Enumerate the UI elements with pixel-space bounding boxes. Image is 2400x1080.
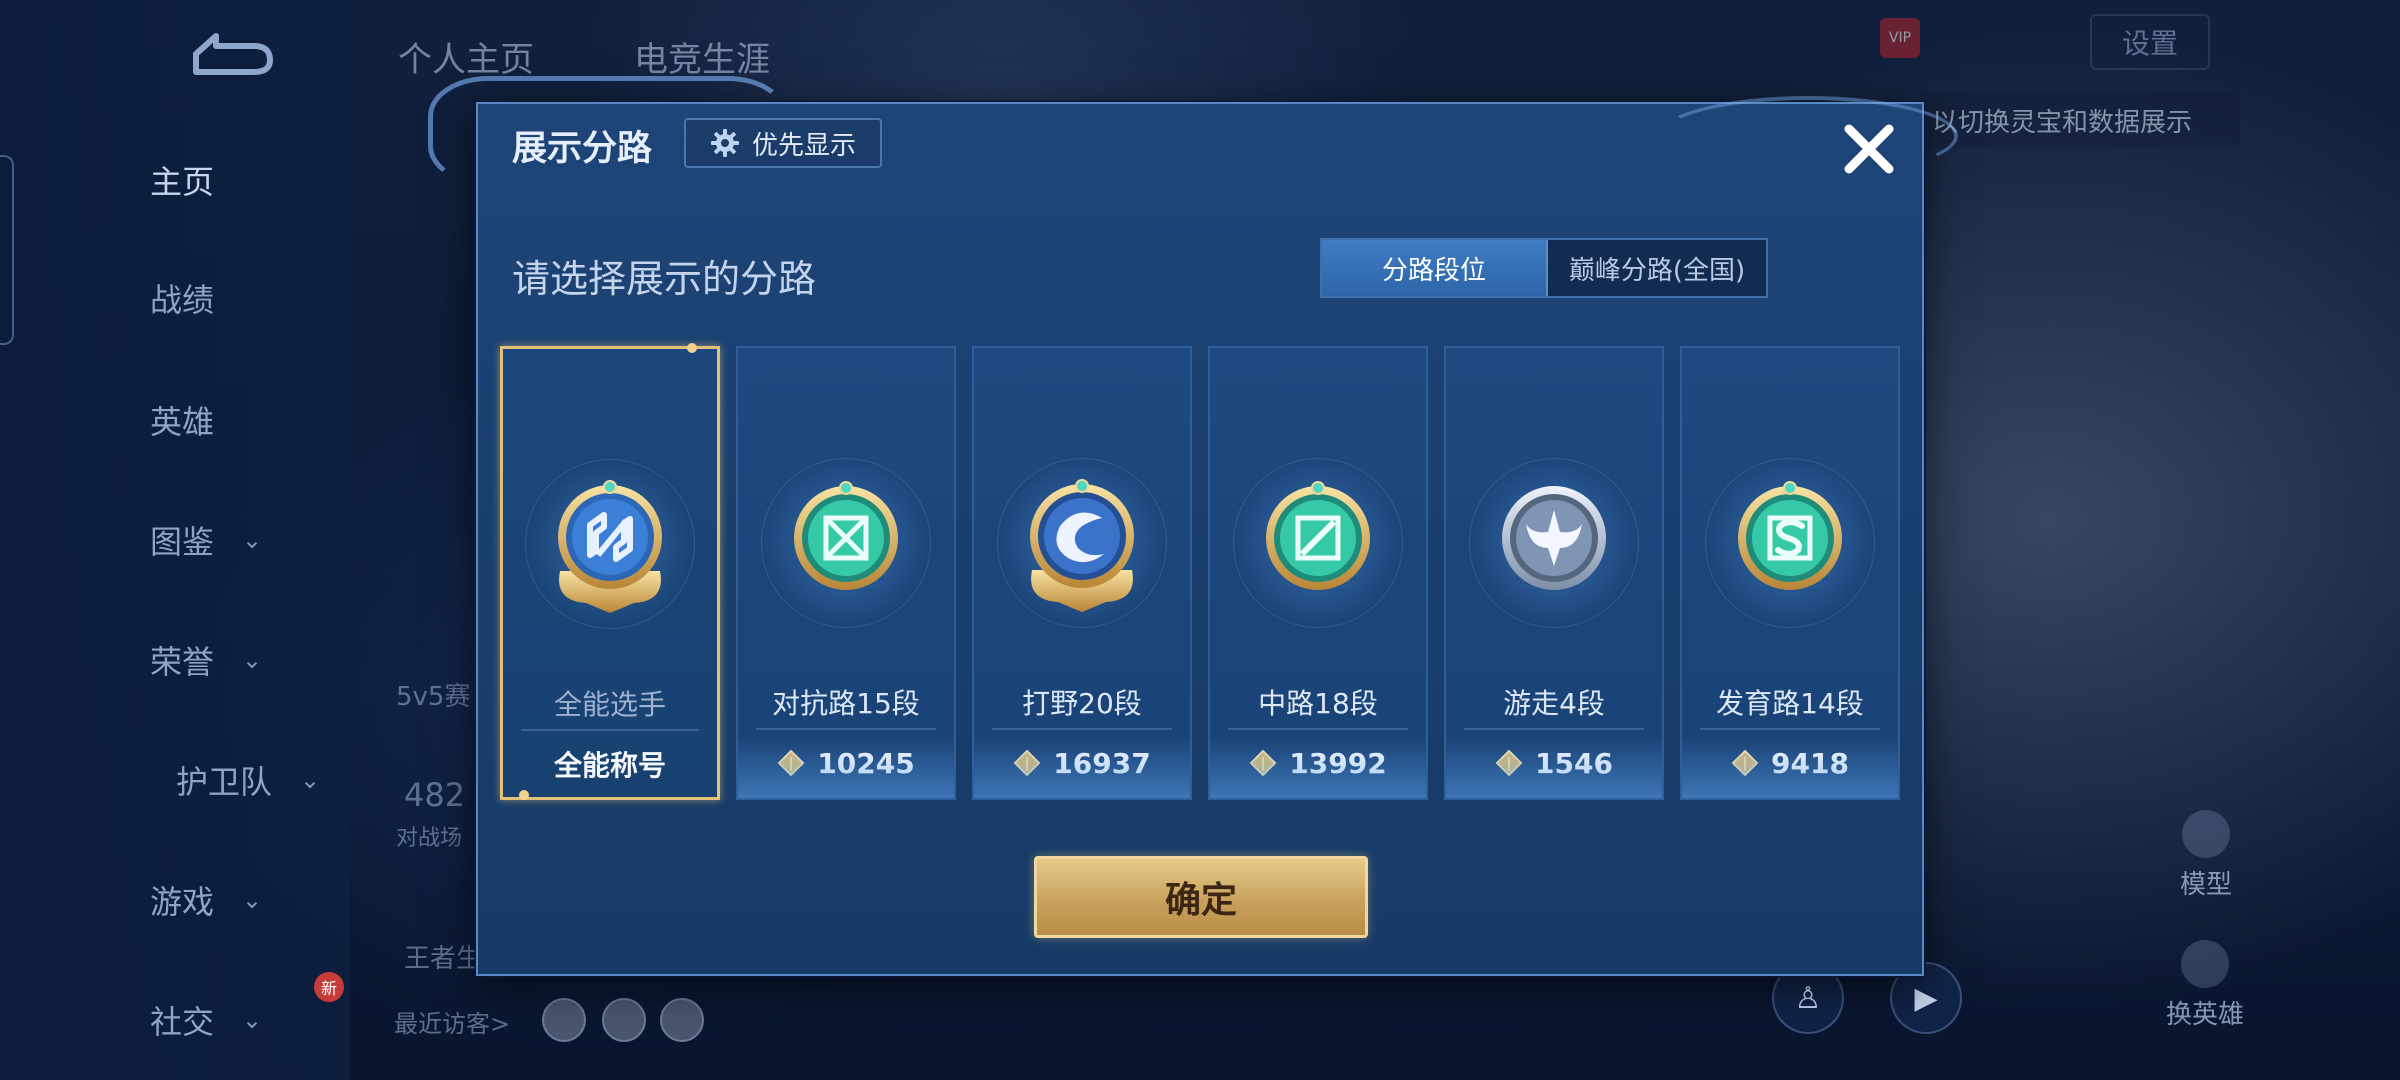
swap-hero-button[interactable]: 换英雄 — [2166, 940, 2244, 1031]
lane-display-dialog: 展示分路 优先显示 请选择展示的分路 分路段位 巅峰分路(全国) 全能选手 全能… — [428, 76, 1958, 976]
sidebar-item-guard[interactable]: 护卫队 ⌄ — [176, 750, 356, 810]
visitor-avatar[interactable] — [542, 998, 586, 1042]
card-glow — [974, 738, 1190, 798]
divider — [521, 729, 699, 731]
sidebar-item-honor[interactable]: 荣誉 ⌄ — [150, 630, 330, 690]
view-toggle: 分路段位 巅峰分路(全国) — [1320, 238, 1768, 298]
model-button[interactable]: 模型 — [2180, 810, 2232, 901]
divider — [1464, 728, 1644, 730]
tab-lane-rank[interactable]: 分路段位 — [1322, 240, 1548, 296]
divider — [992, 728, 1172, 730]
battle-count: 482 — [404, 776, 466, 814]
sidebar-item-social[interactable]: 社交 ⌄ — [150, 990, 330, 1050]
play-icon: ▶ — [1914, 980, 1938, 1016]
settings-button[interactable]: 设置 — [2090, 14, 2210, 70]
sidebar-item-heroes[interactable]: 英雄 — [150, 390, 330, 450]
back-icon[interactable] — [182, 26, 278, 82]
jungle-lane-emblem-icon — [1030, 479, 1134, 612]
sidebar-active-indicator — [0, 155, 14, 345]
corner-dot — [519, 790, 529, 800]
gear-icon — [710, 129, 739, 157]
divider — [1228, 728, 1408, 730]
sidebar: 主页 战绩 英雄 图鉴 ⌄ 荣誉 ⌄ 护卫队 ⌄ 游戏 ⌄ 社交 ⌄ 新 — [0, 0, 350, 1080]
lane-card-list: 全能选手 全能称号 对抗路15段 10245 — [500, 343, 1904, 800]
tab-esports-career[interactable]: 电竞生涯 — [634, 32, 770, 81]
person-icon — [2182, 810, 2230, 858]
tab-personal-home[interactable]: 个人主页 — [398, 32, 534, 81]
sidebar-item-codex[interactable]: 图鉴 ⌄ — [150, 510, 330, 570]
visitor-avatar[interactable] — [602, 998, 646, 1042]
battle-count-label: 对战场 — [396, 826, 463, 851]
divider — [756, 728, 936, 730]
divider — [1700, 728, 1880, 730]
chevron-down-icon: ⌄ — [242, 526, 263, 554]
chevron-down-icon: ⌄ — [300, 766, 321, 794]
chevron-down-icon: ⌄ — [242, 1006, 263, 1034]
tab-peak-lane[interactable]: 巅峰分路(全国) — [1548, 240, 1766, 296]
close-icon — [1844, 124, 1894, 174]
card-glow — [1682, 738, 1898, 798]
decorative-swirl — [1658, 96, 1958, 176]
vip-badge: VIP — [1880, 18, 1920, 58]
farm-lane-emblem-icon — [1738, 481, 1842, 590]
chevron-down-icon: ⌄ — [242, 886, 263, 914]
priority-display-label: 优先显示 — [751, 130, 856, 161]
lane-name: 对抗路15段 — [772, 687, 920, 720]
visitor-avatar[interactable] — [660, 998, 704, 1042]
card-glow — [1210, 738, 1426, 798]
figure-icon: ♙ — [1794, 980, 1822, 1016]
lane-name: 游走4段 — [1503, 687, 1605, 720]
mid-lane-emblem-icon — [1266, 481, 1370, 590]
clash-lane-emblem-icon — [794, 481, 898, 590]
lane-name: 打野20段 — [1022, 687, 1142, 720]
chevron-down-icon: ⌄ — [242, 646, 263, 674]
new-badge: 新 — [314, 972, 344, 1002]
stats-label: 5v5赛 — [396, 682, 471, 712]
lane-name: 发育路14段 — [1716, 687, 1864, 720]
swap-icon — [2181, 940, 2229, 988]
sidebar-item-games[interactable]: 游戏 ⌄ — [150, 870, 330, 930]
close-button[interactable] — [1834, 114, 1904, 184]
sidebar-item-home[interactable]: 主页 — [150, 150, 330, 210]
allround-emblem-icon — [558, 480, 662, 613]
king-label: 王者生 — [404, 944, 483, 974]
lane-card-allround[interactable]: 全能选手 全能称号 — [500, 343, 720, 800]
lane-card-roam[interactable]: 游走4段 1546 — [1444, 346, 1664, 800]
priority-display-button[interactable]: 优先显示 — [684, 118, 882, 168]
hint-text: 以切换灵宝和数据展示 — [1920, 92, 2240, 148]
lane-card-mid[interactable]: 中路18段 13992 — [1208, 346, 1428, 800]
lane-card-jungle[interactable]: 打野20段 16937 — [972, 346, 1192, 800]
instruction-text: 请选择展示的分路 — [512, 257, 817, 301]
roam-lane-emblem-icon — [1502, 486, 1606, 590]
recent-visitors-link[interactable]: 最近访客> — [394, 1004, 510, 1039]
lane-name: 中路18段 — [1258, 687, 1378, 720]
lane-card-farm[interactable]: 发育路14段 9418 — [1680, 346, 1900, 800]
sidebar-item-record[interactable]: 战绩 — [150, 268, 330, 328]
confirm-button[interactable]: 确定 — [1034, 856, 1368, 938]
lane-card-clash[interactable]: 对抗路15段 10245 — [736, 346, 956, 800]
lane-footer: 全能称号 — [553, 749, 666, 782]
corner-dot — [687, 343, 697, 353]
lane-name: 全能选手 — [553, 688, 666, 721]
card-glow — [738, 738, 954, 798]
dialog-title: 展示分路 — [512, 129, 653, 169]
card-glow — [1446, 738, 1662, 798]
